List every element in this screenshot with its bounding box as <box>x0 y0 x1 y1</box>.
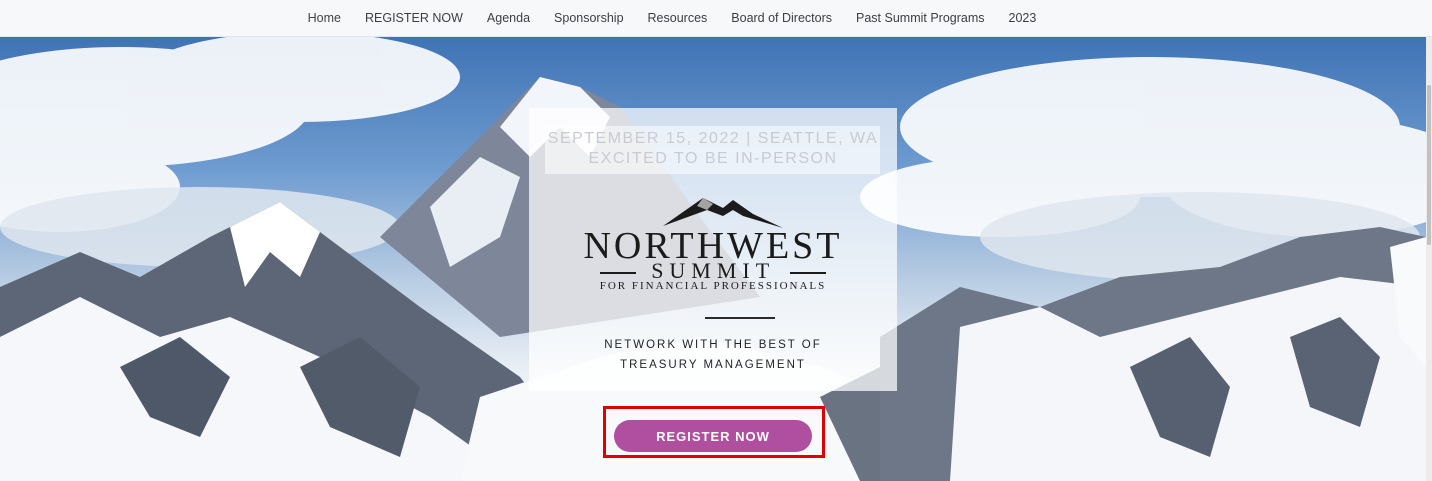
top-nav: Home REGISTER NOW Agenda Sponsorship Res… <box>0 0 1432 37</box>
register-now-button[interactable]: REGISTER NOW <box>614 420 812 452</box>
nav-home[interactable]: Home <box>296 11 353 25</box>
event-date: SEPTEMBER 15, 2022 | SEATTLE, WA EXCITED… <box>529 129 897 169</box>
event-note-line: EXCITED TO BE IN-PERSON <box>588 150 838 167</box>
scrollbar-thumb[interactable] <box>1427 85 1431 245</box>
logo-rule-right <box>790 272 827 274</box>
nav-board-of-directors[interactable]: Board of Directors <box>719 11 844 25</box>
nav-agenda[interactable]: Agenda <box>475 11 542 25</box>
logo-tagline: FOR FINANCIAL PROFESSIONALS <box>599 280 827 292</box>
nav-register-now[interactable]: REGISTER NOW <box>353 11 475 25</box>
event-date-line: SEPTEMBER 15, 2022 | SEATTLE, WA <box>547 130 879 147</box>
nav-sponsorship[interactable]: Sponsorship <box>542 11 636 25</box>
logo-rule-left <box>599 272 636 274</box>
nav-past-summit-programs[interactable]: Past Summit Programs <box>844 11 997 25</box>
page-scrollbar[interactable] <box>1426 37 1432 481</box>
tagline-line-1: NETWORK WITH THE BEST OF <box>604 339 822 351</box>
card-tagline: NETWORK WITH THE BEST OF TREASURY MANAGE… <box>529 335 897 375</box>
tagline-line-2: TREASURY MANAGEMENT <box>620 359 806 371</box>
nav-menu: Home REGISTER NOW Agenda Sponsorship Res… <box>296 11 1049 25</box>
event-card: SEPTEMBER 15, 2022 | SEATTLE, WA EXCITED… <box>529 108 897 391</box>
nav-2023[interactable]: 2023 <box>997 11 1049 25</box>
nav-resources[interactable]: Resources <box>636 11 720 25</box>
card-divider <box>705 317 775 319</box>
